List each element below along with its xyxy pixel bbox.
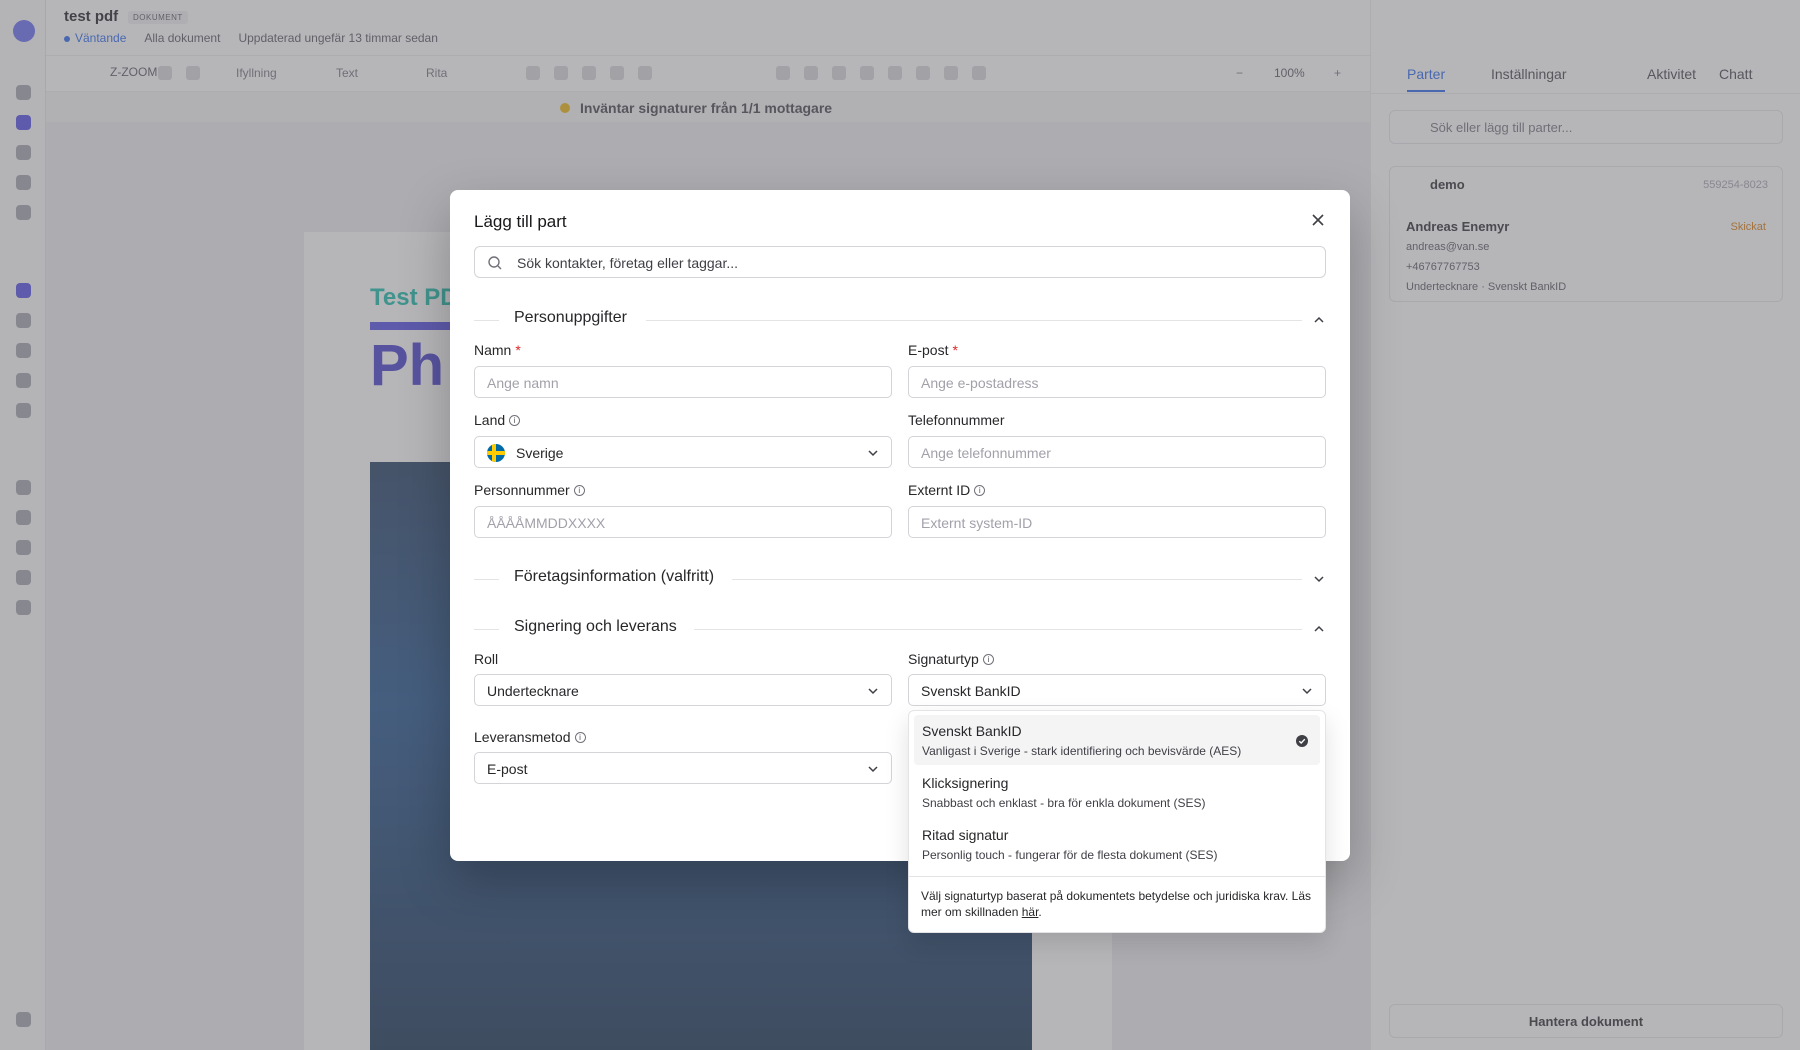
- section-signing-header[interactable]: Signering och leverans: [474, 618, 1326, 640]
- info-icon[interactable]: i: [574, 731, 586, 743]
- signature-type-dropdown: Svenskt BankID Vanligast i Sverige - sta…: [908, 710, 1326, 933]
- chevron-down-icon[interactable]: [1312, 572, 1326, 586]
- section-title: Företagsinformation (valfritt): [514, 568, 729, 586]
- signature-help-text: Välj signaturtyp baserat på dokumentets …: [921, 889, 1311, 919]
- option-klicksignering[interactable]: Klicksignering Snabbast och enklast - br…: [914, 767, 1320, 817]
- chevron-down-icon: [868, 766, 878, 773]
- name-label: Namn *: [474, 342, 521, 358]
- section-title: Personuppgifter: [514, 309, 641, 327]
- option-svenskt-bankid[interactable]: Svenskt BankID Vanligast i Sverige - sta…: [914, 715, 1320, 765]
- dropdown-divider: [909, 876, 1325, 877]
- section-company-header[interactable]: Företagsinformation (valfritt): [474, 568, 1326, 590]
- modal-title: Lägg till part: [474, 212, 567, 231]
- signature-type-label: Signaturtyp i: [908, 651, 994, 667]
- name-field[interactable]: Ange namn: [474, 366, 892, 398]
- phone-label: Telefonnummer: [908, 412, 1005, 428]
- ssn-field[interactable]: ÅÅÅÅMMDDXXXX: [474, 506, 892, 538]
- role-label: Roll: [474, 651, 499, 667]
- role-select[interactable]: Undertecknare: [474, 674, 892, 706]
- chevron-down-icon: [1302, 688, 1312, 695]
- info-icon[interactable]: i: [982, 653, 994, 665]
- section-title: Signering och leverans: [514, 618, 691, 636]
- section-personal-header[interactable]: Personuppgifter: [474, 309, 1326, 331]
- info-icon[interactable]: i: [509, 414, 521, 426]
- chevron-up-icon[interactable]: [1312, 313, 1326, 327]
- chevron-up-icon[interactable]: [1312, 622, 1326, 636]
- external-id-field[interactable]: Externt system-ID: [908, 506, 1326, 538]
- option-ritad-signatur[interactable]: Ritad signatur Personlig touch - fungera…: [914, 819, 1320, 869]
- email-label: E-post *: [908, 342, 958, 358]
- country-label: Land i: [474, 412, 521, 428]
- contact-search-input[interactable]: Sök kontakter, företag eller taggar...: [474, 246, 1326, 278]
- delivery-method-select[interactable]: E-post: [474, 752, 892, 784]
- country-select[interactable]: Sverige: [474, 436, 892, 468]
- search-icon: [488, 256, 502, 270]
- sweden-flag-icon: [487, 444, 505, 462]
- check-circle-icon: [1296, 735, 1308, 747]
- chevron-down-icon: [868, 688, 878, 695]
- info-icon[interactable]: i: [974, 484, 986, 496]
- learn-more-link[interactable]: här: [1022, 905, 1039, 919]
- ssn-label: Personnummer i: [474, 482, 585, 498]
- external-id-label: Externt ID i: [908, 482, 986, 498]
- signature-type-select[interactable]: Svenskt BankID: [908, 674, 1326, 706]
- info-icon[interactable]: i: [573, 484, 585, 496]
- delivery-method-label: Leveransmetod i: [474, 729, 586, 745]
- search-placeholder: Sök kontakter, företag eller taggar...: [517, 255, 739, 271]
- email-field[interactable]: Ange e-postadress: [908, 366, 1326, 398]
- close-icon[interactable]: [1308, 210, 1328, 230]
- chevron-down-icon: [868, 450, 878, 457]
- phone-field[interactable]: Ange telefonnummer: [908, 436, 1326, 468]
